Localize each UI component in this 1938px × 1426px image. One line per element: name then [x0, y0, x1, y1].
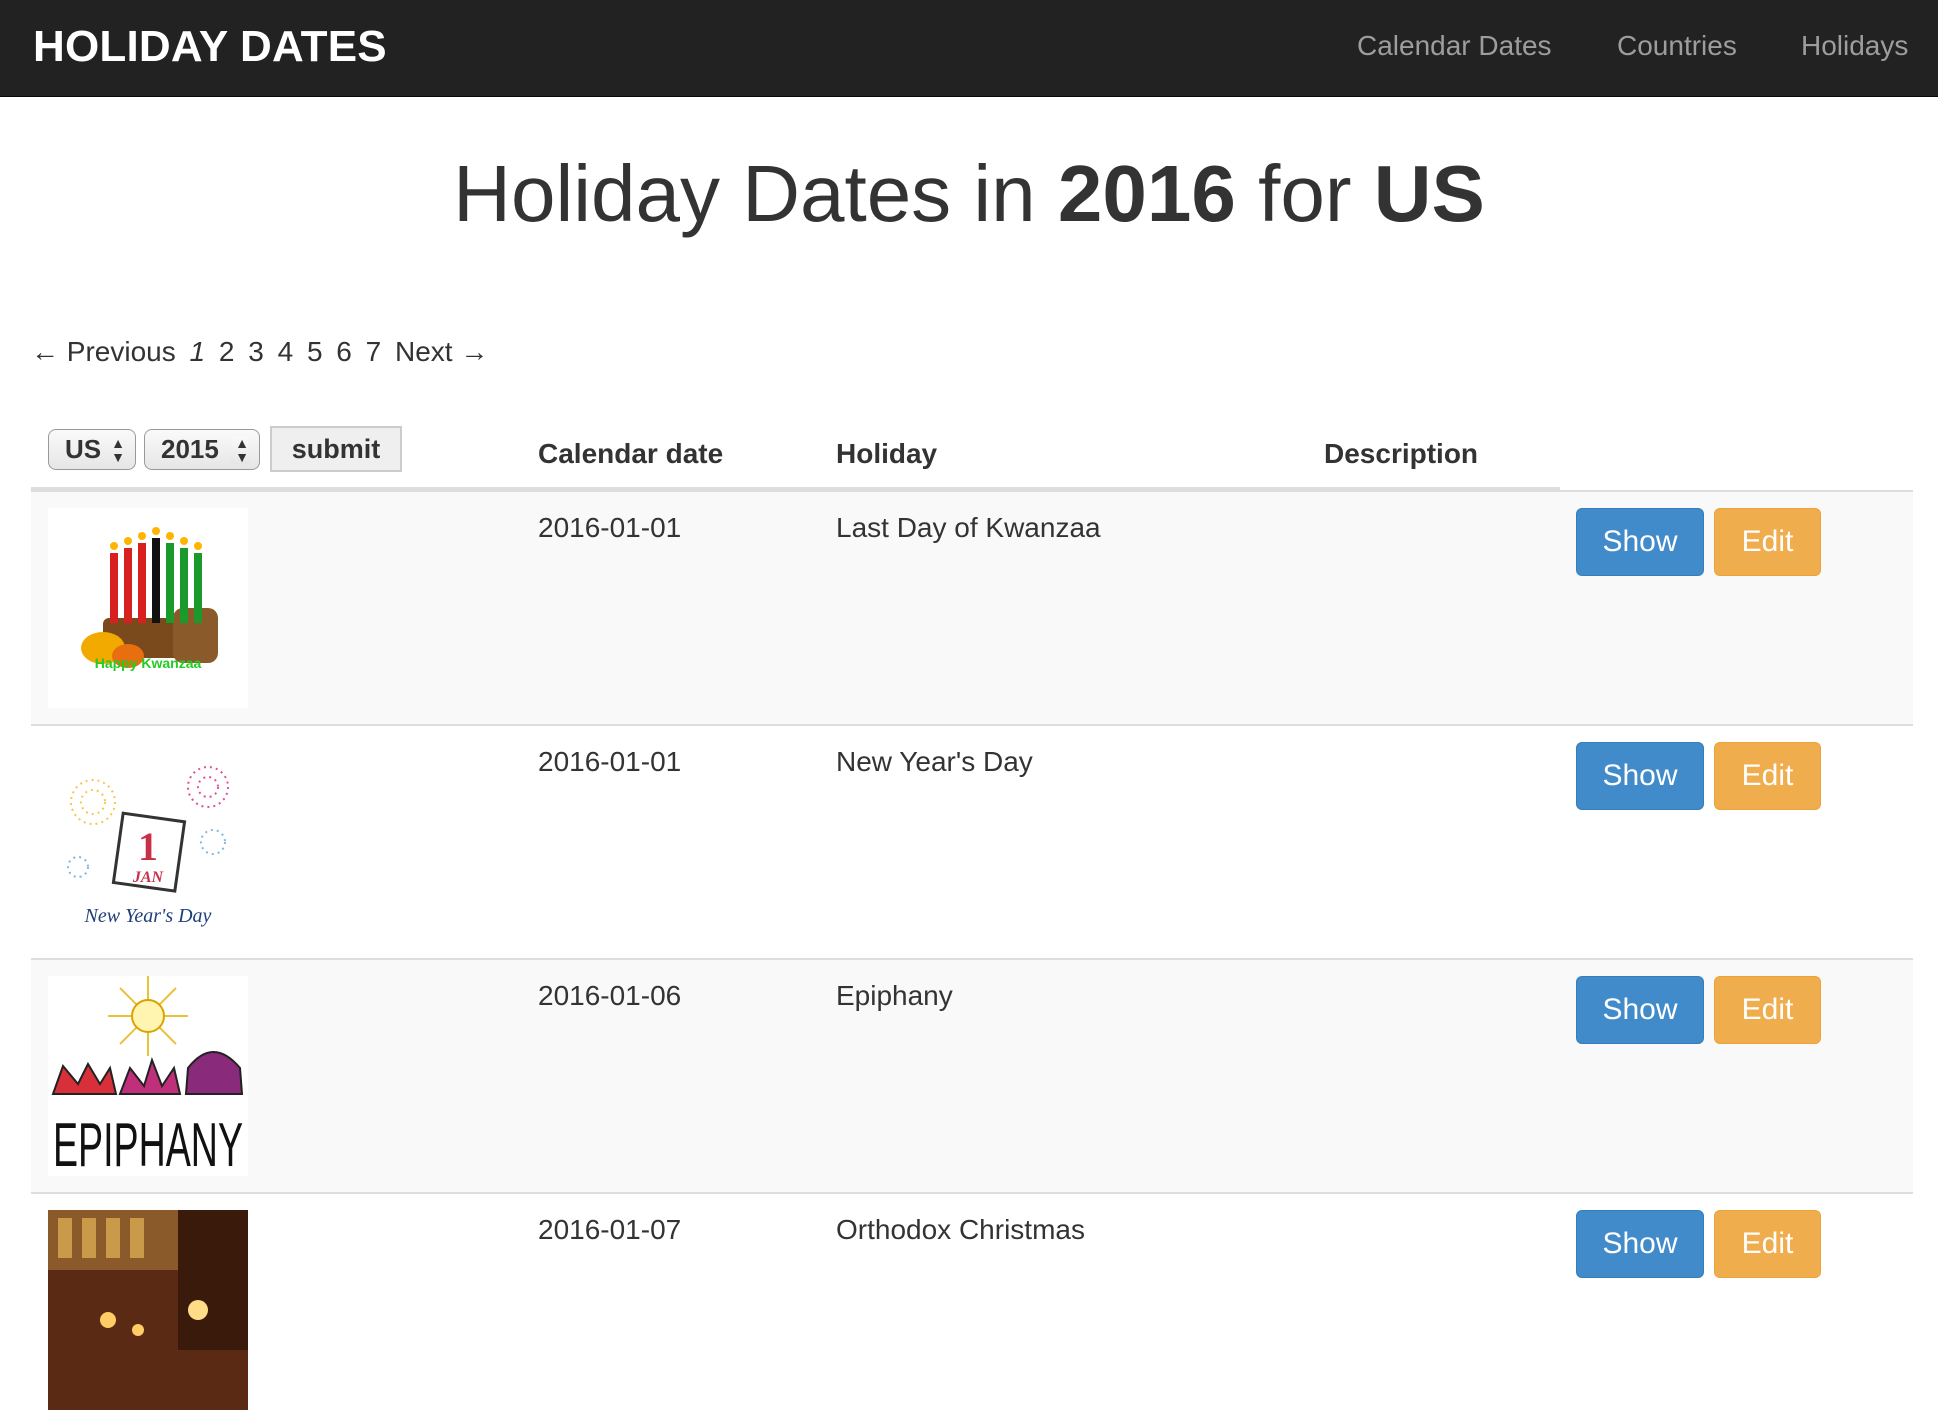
svg-text:EPIPHANY: EPIPHANY [53, 1111, 243, 1176]
nav-countries[interactable]: Countries [1617, 30, 1737, 62]
calendar-date-cell: 2016-01-07 [538, 1214, 682, 1245]
calendar-date-cell: 2016-01-01 [538, 512, 682, 543]
epiphany-image: EPIPHANY [48, 976, 248, 1176]
submit-button[interactable]: submit [270, 426, 402, 472]
nav-calendar-dates[interactable]: Calendar Dates [1357, 30, 1552, 62]
nav-holidays[interactable]: Holidays [1801, 30, 1908, 62]
new-year-image: 1 JAN New Year's Day [48, 742, 248, 942]
edit-button[interactable]: Edit [1714, 742, 1821, 810]
holiday-cell: New Year's Day [836, 746, 1033, 777]
next-page-link[interactable]: Next → [395, 336, 488, 367]
page-link-4[interactable]: 4 [278, 336, 294, 367]
show-button[interactable]: Show [1576, 508, 1704, 576]
table-row: 2016-01-07 Orthodox Christmas Show Edit [31, 1192, 1913, 1426]
svg-text:Happy Kwanzaa: Happy Kwanzaa [95, 655, 202, 671]
holiday-cell: Last Day of Kwanzaa [836, 512, 1101, 543]
title-country: US [1373, 149, 1485, 238]
show-button[interactable]: Show [1576, 742, 1704, 810]
calendar-date-cell: 2016-01-01 [538, 746, 682, 777]
column-header-description: Description [1324, 438, 1479, 469]
country-select-value: US [65, 434, 102, 464]
column-header-holiday: Holiday [836, 438, 938, 469]
svg-text:JAN: JAN [132, 869, 165, 886]
table-row: 1 JAN New Year's Day 2016-01-01 New Year… [31, 724, 1913, 958]
year-select-value: 2015 [161, 434, 219, 464]
holiday-cell: Orthodox Christmas [836, 1214, 1085, 1245]
page-link-5[interactable]: 5 [307, 336, 323, 367]
show-button[interactable]: Show [1576, 976, 1704, 1044]
page-link-6[interactable]: 6 [336, 336, 352, 367]
pagination: ← Previous 1 2 3 4 5 6 7 Next → [31, 336, 494, 368]
svg-text:1: 1 [138, 824, 158, 869]
show-button[interactable]: Show [1576, 1210, 1704, 1278]
page-link-3[interactable]: 3 [248, 336, 264, 367]
year-select[interactable]: 2015 ▲ ▼ [144, 429, 260, 470]
calendar-date-cell: 2016-01-06 [538, 980, 682, 1011]
title-middle: for [1235, 149, 1374, 238]
column-header-calendar-date: Calendar date [538, 438, 724, 469]
edit-button[interactable]: Edit [1714, 976, 1821, 1044]
holiday-cell: Epiphany [836, 980, 953, 1011]
table-row: EPIPHANY 2016-01-06 Epiphany Show Edit [31, 958, 1913, 1192]
title-year: 2016 [1057, 149, 1236, 238]
page-link-7[interactable]: 7 [366, 336, 382, 367]
select-arrows-icon: ▲ ▼ [231, 436, 249, 464]
page-title: Holiday Dates in 2016 for US [0, 148, 1938, 240]
orthodox-christmas-image [48, 1210, 248, 1410]
country-select[interactable]: US ▲ ▼ [48, 429, 136, 470]
table-row: Happy Kwanzaa 2016-01-01 Last Day of Kwa… [31, 490, 1913, 724]
brand-link[interactable]: HOLIDAY DATES [33, 22, 387, 72]
page-current: 1 [189, 336, 206, 367]
page-link-2[interactable]: 2 [219, 336, 235, 367]
svg-text:New Year's Day: New Year's Day [84, 905, 212, 927]
title-prefix: Holiday Dates in [453, 149, 1058, 238]
navbar: HOLIDAY DATES Calendar Dates Countries H… [0, 0, 1938, 97]
edit-button[interactable]: Edit [1714, 1210, 1821, 1278]
kwanzaa-image: Happy Kwanzaa [48, 508, 248, 708]
select-arrows-icon: ▲ ▼ [111, 435, 125, 465]
edit-button[interactable]: Edit [1714, 508, 1821, 576]
previous-page-link[interactable]: ← Previous [31, 336, 176, 367]
